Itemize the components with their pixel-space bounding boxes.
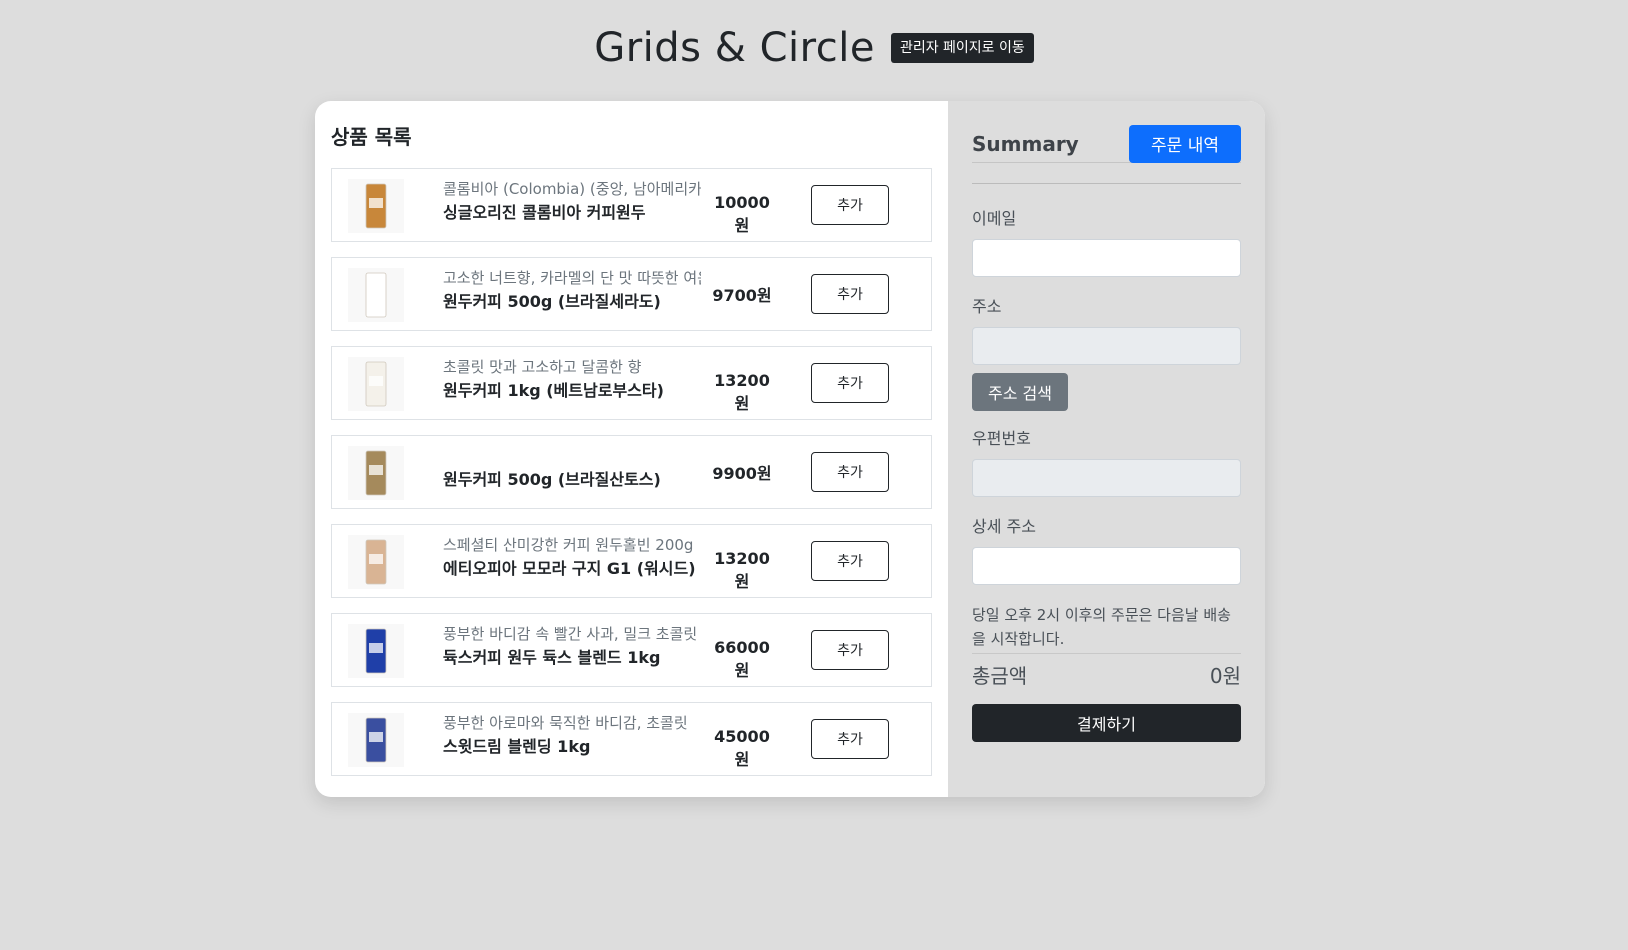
product-info: 원두커피 500g (브라질산토스) bbox=[443, 444, 701, 492]
coffee-bag-icon bbox=[365, 183, 387, 229]
product-row: 고소한 너트향, 카라멜의 단 맛 따뜻한 여운원두커피 500g (브라질세라… bbox=[331, 257, 932, 331]
product-name: 듁스커피 원두 듁스 블렌드 1kg bbox=[443, 648, 661, 667]
product-row: 원두커피 500g (브라질산토스) 9900원 추가 bbox=[331, 435, 932, 509]
product-description bbox=[443, 444, 701, 468]
product-image bbox=[348, 713, 404, 767]
product-row: 초콜릿 맛과 고소하고 달콤한 향원두커피 1kg (베트남로부스타) 13200… bbox=[331, 346, 932, 420]
product-name: 원두커피 500g (브라질산토스) bbox=[443, 470, 661, 489]
product-image bbox=[348, 357, 404, 411]
add-to-cart-button[interactable]: 추가 bbox=[811, 185, 889, 225]
product-description: 스페셜티 산미강한 커피 원두홀빈 200g bbox=[443, 536, 694, 554]
address-search-button[interactable]: 주소 검색 bbox=[972, 373, 1068, 411]
product-info: 고소한 너트향, 카라멜의 단 맛 따뜻한 여운원두커피 500g (브라질세라… bbox=[443, 266, 701, 314]
zipcode-field[interactable] bbox=[972, 459, 1241, 497]
product-price: 13200원 bbox=[714, 371, 770, 413]
main-card: 상품 목록 콜롬비아 (Colombia) (중앙, 남아메리카) 싱글오리진 콜… bbox=[315, 101, 1265, 797]
coffee-bag-icon bbox=[365, 450, 387, 496]
product-row: 풍부한 바디감 속 빨간 사과, 밀크 초콜릿듁스커피 원두 듁스 블렌드 1k… bbox=[331, 613, 932, 687]
add-to-cart-button[interactable]: 추가 bbox=[811, 452, 889, 492]
product-info: 초콜릿 맛과 고소하고 달콤한 향원두커피 1kg (베트남로부스타) bbox=[443, 355, 701, 403]
total-value: 0원 bbox=[1209, 664, 1241, 688]
order-history-button[interactable]: 주문 내역 bbox=[1129, 124, 1241, 163]
add-to-cart-button[interactable]: 추가 bbox=[811, 274, 889, 314]
product-name: 에티오피아 모모라 구지 G1 (워시드) bbox=[443, 559, 696, 578]
product-price: 45000원 bbox=[714, 727, 770, 769]
zipcode-label: 우편번호 bbox=[972, 429, 1031, 448]
pay-button[interactable]: 결제하기 bbox=[972, 704, 1241, 742]
address-label: 주소 bbox=[972, 297, 1002, 316]
email-label: 이메일 bbox=[972, 209, 1017, 228]
detail-address-label: 상세 주소 bbox=[972, 517, 1036, 536]
coffee-bag-icon bbox=[365, 628, 387, 674]
shipping-notice: 당일 오후 2시 이후의 주문은 다음날 배송을 시작합니다. bbox=[972, 603, 1241, 654]
product-name: 싱글오리진 콜롬비아 커피원두 bbox=[443, 203, 646, 222]
product-name: 원두커피 1kg (베트남로부스타) bbox=[443, 381, 664, 400]
total-row: 총금액 0원 bbox=[972, 662, 1241, 690]
product-row: 풍부한 아로마와 묵직한 바디감, 초콜릿스윗드림 블렌딩 1kg 45000원 추… bbox=[331, 702, 932, 776]
product-info: 풍부한 아로마와 묵직한 바디감, 초콜릿스윗드림 블렌딩 1kg bbox=[443, 711, 701, 759]
product-list-panel: 상품 목록 콜롬비아 (Colombia) (중앙, 남아메리카) 싱글오리진 콜… bbox=[315, 101, 948, 797]
product-row: 스페셜티 산미강한 커피 원두홀빈 200g 에티오피아 모모라 구지 G1 (워… bbox=[331, 524, 932, 598]
coffee-bag-icon bbox=[365, 539, 387, 585]
coffee-bag-icon bbox=[365, 272, 387, 318]
product-name: 스윗드림 블렌딩 1kg bbox=[443, 737, 591, 756]
add-to-cart-button[interactable]: 추가 bbox=[811, 630, 889, 670]
product-description: 풍부한 바디감 속 빨간 사과, 밀크 초콜릿 bbox=[443, 625, 698, 643]
coffee-bag-icon bbox=[365, 361, 387, 407]
add-to-cart-button[interactable]: 추가 bbox=[811, 541, 889, 581]
product-name: 원두커피 500g (브라질세라도) bbox=[443, 292, 661, 311]
product-image bbox=[348, 446, 404, 500]
summary-divider bbox=[972, 183, 1241, 203]
summary-header: Summary 주문 내역 bbox=[972, 124, 1241, 163]
product-list: 콜롬비아 (Colombia) (중앙, 남아메리카) 싱글오리진 콜롬비아 커피… bbox=[331, 168, 932, 776]
product-info: 콜롬비아 (Colombia) (중앙, 남아메리카) 싱글오리진 콜롬비아 커피… bbox=[443, 177, 701, 225]
add-to-cart-button[interactable]: 추가 bbox=[811, 363, 889, 403]
product-description: 콜롬비아 (Colombia) (중앙, 남아메리카) bbox=[443, 180, 701, 198]
summary-panel: Summary 주문 내역 이메일 주소 주소 검색 우편번호 상세 주소 당일… bbox=[948, 101, 1265, 797]
detail-address-field[interactable] bbox=[972, 547, 1241, 585]
product-image bbox=[348, 624, 404, 678]
product-price: 9900원 bbox=[712, 464, 772, 483]
email-field[interactable] bbox=[972, 239, 1241, 277]
product-price: 66000원 bbox=[714, 638, 770, 680]
admin-page-button[interactable]: 관리자 페이지로 이동 bbox=[890, 33, 1034, 63]
product-price: 9700원 bbox=[712, 286, 772, 305]
product-description: 초콜릿 맛과 고소하고 달콤한 향 bbox=[443, 358, 642, 376]
page-title: Grids & Circle bbox=[594, 25, 875, 71]
page-header: Grids & Circle 관리자 페이지로 이동 bbox=[0, 22, 1628, 74]
product-image bbox=[348, 179, 404, 233]
product-row: 콜롬비아 (Colombia) (중앙, 남아메리카) 싱글오리진 콜롬비아 커피… bbox=[331, 168, 932, 242]
summary-title: Summary bbox=[972, 131, 1079, 156]
add-to-cart-button[interactable]: 추가 bbox=[811, 719, 889, 759]
product-description: 풍부한 아로마와 묵직한 바디감, 초콜릿 bbox=[443, 714, 688, 732]
coffee-bag-icon bbox=[365, 717, 387, 763]
product-description: 고소한 너트향, 카라멜의 단 맛 따뜻한 여운 bbox=[443, 269, 701, 287]
product-info: 스페셜티 산미강한 커피 원두홀빈 200g 에티오피아 모모라 구지 G1 (워… bbox=[443, 533, 701, 581]
product-info: 풍부한 바디감 속 빨간 사과, 밀크 초콜릿듁스커피 원두 듁스 블렌드 1k… bbox=[443, 622, 701, 670]
product-price: 10000원 bbox=[714, 193, 770, 235]
product-image bbox=[348, 535, 404, 589]
total-label: 총금액 bbox=[972, 664, 1028, 688]
product-list-title: 상품 목록 bbox=[331, 125, 412, 149]
address-field[interactable] bbox=[972, 327, 1241, 365]
product-price: 13200원 bbox=[714, 549, 770, 591]
product-image bbox=[348, 268, 404, 322]
